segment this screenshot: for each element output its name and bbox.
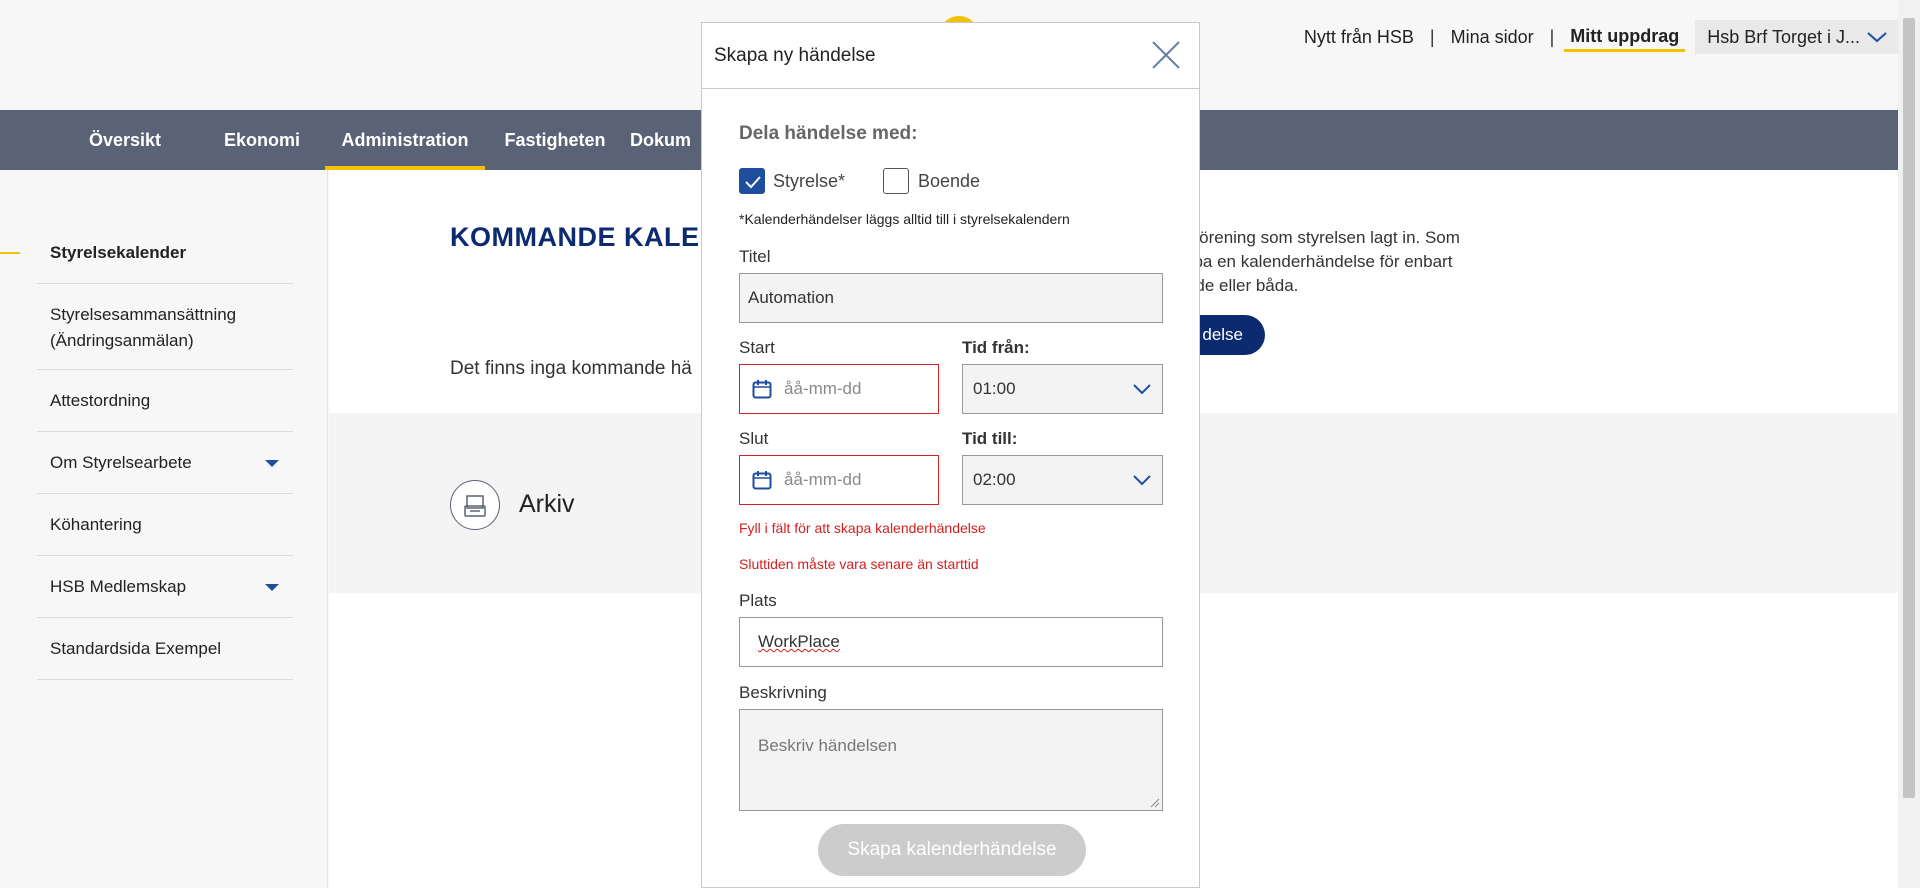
error-end-time: Sluttiden måste vara senare än starttid [739, 556, 979, 572]
sidebar: Styrelsekalender Styrelsesammansättning … [0, 170, 328, 888]
start-date-placeholder: åå-mm-dd [784, 379, 862, 398]
calendar-note: *Kalenderhändelser läggs alltid till i s… [739, 211, 1070, 227]
place-input-value: WorkPlace [758, 632, 840, 651]
end-date-input[interactable]: åå-mm-dd [739, 455, 939, 505]
time-to-select[interactable]: 02:00 [962, 455, 1163, 505]
place-input[interactable]: WorkPlace [739, 617, 1163, 667]
sidebar-item-kohantering[interactable]: Köhantering [37, 494, 293, 556]
title-input[interactable]: Automation [739, 273, 1163, 323]
nav-fastigheten[interactable]: Fastigheten [495, 110, 615, 170]
page-description: din förening som styrelsen lagt in. Som … [1167, 228, 1460, 295]
archive-icon [450, 480, 500, 530]
top-links: Nytt från HSB | Mina sidor | Mitt uppdra… [1298, 20, 1898, 54]
empty-state-text: Det finns inga kommande hä [450, 358, 692, 379]
share-with-label: Dela händelse med: [739, 123, 918, 144]
organization-select[interactable]: Hsb Brf Torget i J... [1695, 20, 1898, 54]
description-textarea[interactable]: Beskriv händelsen [739, 709, 1163, 811]
time-to-label: Tid till: [962, 429, 1018, 448]
link-mitt-uppdrag[interactable]: Mitt uppdrag [1564, 23, 1686, 52]
nav-dokument[interactable]: Dokum [630, 110, 710, 170]
sidebar-item-styrelsekalender[interactable]: Styrelsekalender [37, 222, 293, 284]
create-calendar-event-button[interactable]: Skapa kalenderhändelse [818, 824, 1086, 876]
start-date-input[interactable]: åå-mm-dd [739, 364, 939, 414]
place-field-label: Plats [739, 591, 777, 610]
error-required-fields: Fyll i fält för att skapa kalenderhändel… [739, 520, 986, 536]
page-title: KOMMANDE KALE [450, 222, 700, 252]
sidebar-item-attestordning[interactable]: Attestordning [37, 370, 293, 432]
chevron-down-icon [1133, 384, 1151, 395]
dialog-title: Skapa ny händelse [714, 45, 876, 66]
end-date-label: Slut [739, 429, 769, 448]
description-placeholder: Beskriv händelsen [758, 736, 897, 755]
close-icon[interactable] [1148, 37, 1184, 73]
end-date-placeholder: åå-mm-dd [784, 470, 862, 489]
title-input-value: Automation [748, 288, 834, 307]
styrelse-checkbox[interactable] [739, 168, 765, 194]
time-from-value: 01:00 [973, 379, 1016, 398]
start-date-label: Start [739, 338, 775, 357]
boende-checkbox-label[interactable]: Boende [918, 171, 980, 192]
sidebar-item-hsb-medlemskap[interactable]: HSB Medlemskap [37, 556, 293, 618]
checkmark-icon [745, 176, 761, 189]
sidebar-item-standardsida-exempel[interactable]: Standardsida Exempel [37, 618, 293, 680]
create-event-dialog: Skapa ny händelse Dela händelse med: Sty… [701, 22, 1200, 888]
nav-ekonomi[interactable]: Ekonomi [212, 110, 312, 170]
description-field-label: Beskrivning [739, 683, 827, 702]
time-to-value: 02:00 [973, 470, 1016, 489]
boende-checkbox[interactable] [883, 168, 909, 194]
calendar-icon [752, 471, 772, 490]
archive-heading[interactable]: Arkiv [519, 490, 575, 519]
nav-oversikt[interactable]: Översikt [70, 110, 180, 170]
chevron-down-icon [1867, 32, 1887, 43]
nav-administration[interactable]: Administration [325, 110, 485, 170]
link-mina-sidor[interactable]: Mina sidor [1445, 24, 1540, 50]
expand-caret-icon[interactable] [265, 583, 279, 591]
expand-caret-icon[interactable] [265, 459, 279, 467]
title-field-label: Titel [739, 247, 771, 266]
resize-handle-icon[interactable] [1148, 796, 1160, 808]
scrollbar-thumb[interactable] [1903, 18, 1915, 798]
organization-select-value: Hsb Brf Torget i J... [1707, 26, 1860, 47]
chevron-down-icon [1133, 475, 1151, 486]
link-nytt-fran-hsb[interactable]: Nytt från HSB [1298, 24, 1420, 50]
sidebar-item-styrelsesammansattning[interactable]: Styrelsesammansättning (Ändringsanmälan) [37, 284, 293, 370]
styrelse-checkbox-label[interactable]: Styrelse* [773, 171, 845, 192]
dialog-header: Skapa ny händelse [702, 23, 1199, 89]
time-from-label: Tid från: [962, 338, 1030, 357]
calendar-icon [752, 380, 772, 399]
sidebar-item-om-styrelsearbete[interactable]: Om Styrelsearbete [37, 432, 293, 494]
active-marker [0, 252, 20, 254]
time-from-select[interactable]: 01:00 [962, 364, 1163, 414]
